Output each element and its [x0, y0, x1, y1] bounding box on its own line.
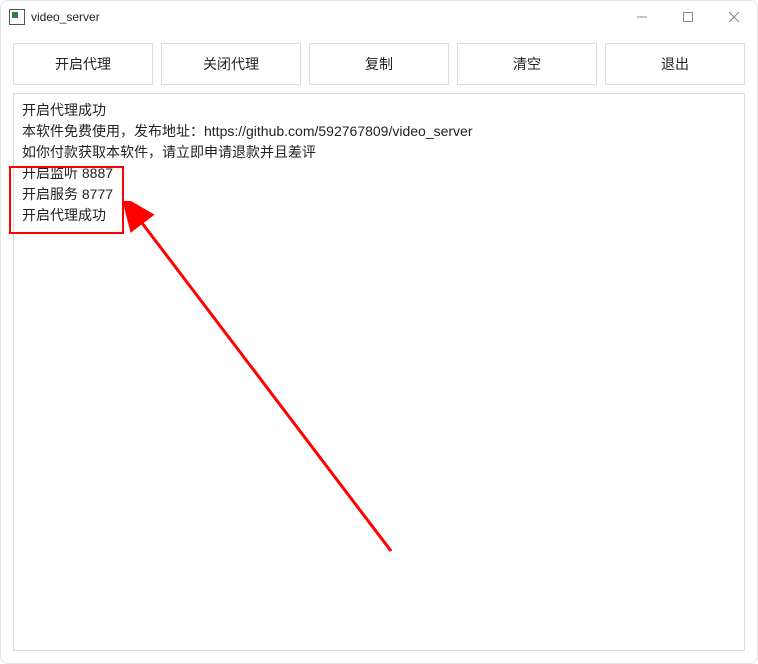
toolbar: 开启代理 关闭代理 复制 清空 退出	[1, 33, 757, 93]
app-window: video_server 开启代理 关闭代理 复制 清空 退出 开启代理成功 本…	[0, 0, 758, 664]
log-line: 开启监听 8887	[22, 163, 736, 184]
log-line: 开启代理成功	[22, 205, 736, 226]
maximize-button[interactable]	[665, 1, 711, 33]
close-button[interactable]	[711, 1, 757, 33]
stop-proxy-button[interactable]: 关闭代理	[161, 43, 301, 85]
minimize-button[interactable]	[619, 1, 665, 33]
app-icon	[9, 9, 25, 25]
window-title: video_server	[31, 10, 100, 24]
log-line: 开启服务 8777	[22, 184, 736, 205]
exit-button[interactable]: 退出	[605, 43, 745, 85]
clear-button[interactable]: 清空	[457, 43, 597, 85]
start-proxy-button[interactable]: 开启代理	[13, 43, 153, 85]
titlebar: video_server	[1, 1, 757, 33]
log-line: 开启代理成功	[22, 100, 736, 121]
copy-button[interactable]: 复制	[309, 43, 449, 85]
log-area[interactable]: 开启代理成功 本软件免费使用，发布地址：https://github.com/5…	[13, 93, 745, 651]
log-line: 本软件免费使用，发布地址：https://github.com/59276780…	[22, 121, 736, 142]
log-line: 如你付款获取本软件，请立即申请退款并且差评	[22, 142, 736, 163]
window-controls	[619, 1, 757, 33]
